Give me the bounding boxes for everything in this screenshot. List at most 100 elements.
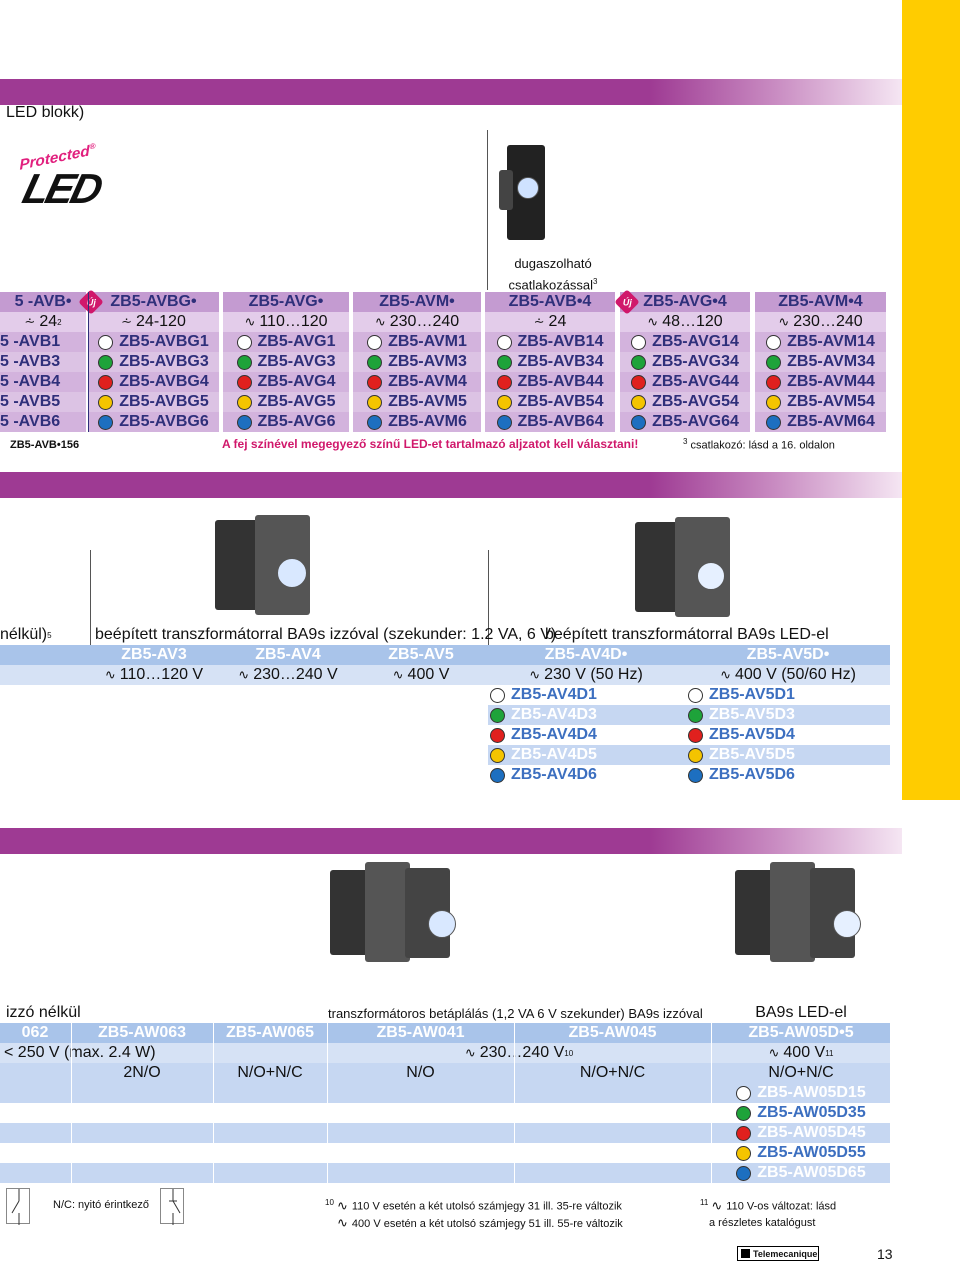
voltage-text: 110…120 [259, 313, 328, 330]
table-header-cell: ZB5-AW065 [214, 1023, 326, 1043]
yellow-edge-bar [902, 0, 960, 800]
section1-heading: LED blokk) [6, 104, 85, 121]
led-color-dot [98, 354, 114, 370]
led-ref-cell: ZB5-AVG3 [223, 352, 349, 372]
led-ref-cell: 5 -AVB5 [0, 392, 86, 412]
led-color-dot [367, 414, 383, 430]
voltage-symbol: ∿ [768, 1045, 780, 1060]
voltage-symbol: ∿ [244, 314, 256, 329]
telemecanique-logo: Telemecanique [737, 1246, 819, 1261]
table-header-cell-text: ZB5-AVM•4 [778, 293, 863, 310]
table-header-cell-text: 062 [21, 1024, 49, 1041]
led-ref-cell-text: ZB5-AVBG6 [119, 413, 209, 430]
led-color-dot [631, 334, 647, 350]
table-header-cell-text: ZB5-AVG•4 [643, 293, 727, 310]
led-color-dot [367, 354, 383, 370]
led-ref-cell-text: ZB5-AVBG4 [119, 373, 209, 390]
contact-symbol-no [6, 1188, 30, 1225]
led-ref-cell: ZB5-AVG44 [620, 372, 750, 392]
voltage-symbol: ∿ [104, 667, 116, 682]
table-header-cell: ZB5-AW041 [328, 1023, 513, 1043]
led-ref-cell-text: 5 -AVB1 [0, 333, 61, 350]
led-ref-cell: ZB5-AVM1 [353, 332, 481, 352]
voltage-text: 400 V (50/60 Hz) [734, 666, 856, 683]
led-color-dot [688, 727, 703, 743]
led-ref-cell-text: ZB5-AV5D5 [709, 746, 795, 763]
led-ref-cell-text: ZB5-AVBG5 [119, 393, 209, 410]
voltage-sup: 10 [564, 1048, 574, 1058]
led-color-dot [688, 707, 703, 723]
led-ref-cell: ZB5-AW05D45 [712, 1123, 890, 1143]
led-ref-cell-text: ZB5-AW05D55 [757, 1144, 866, 1161]
table-header-cell: 062 [0, 1023, 70, 1043]
table-column-divider [71, 1023, 72, 1183]
led-ref-cell: ZB5-AVBG5 [88, 392, 219, 412]
led-color-dot [736, 1085, 752, 1101]
contact-type-cell: N/O+N/C [712, 1063, 890, 1083]
led-ref-cell: ZB5-AW05D65 [712, 1163, 890, 1183]
led-color-dot [496, 414, 512, 430]
voltage-cell-text: < 250 V (max. 2.4 W) [4, 1044, 156, 1061]
led-color-dot [236, 334, 252, 350]
led-ref-cell-text: ZB5-AV5D1 [709, 686, 795, 703]
led-ref-cell: ZB5-AVM54 [755, 392, 886, 412]
led-ref-cell-text: ZB5-AVG34 [652, 353, 739, 370]
voltage-symbol: ∿ [374, 314, 386, 329]
table-header-cell-text: ZB5-AW045 [568, 1024, 657, 1041]
led-ref-cell: 5 -AVB1 [0, 332, 86, 352]
led-color-dot [736, 1125, 752, 1141]
led-ref-cell: ZB5-AVM6 [353, 412, 481, 432]
led-color-dot [490, 727, 505, 743]
led-color-dot [98, 394, 114, 410]
led-ref-cell-text: ZB5-AVB14 [517, 333, 604, 350]
led-color-dot [490, 767, 505, 783]
led-ref-cell-text: ZB5-AV5D4 [709, 726, 795, 743]
led-ref-cell-text: ZB5-AVM4 [388, 373, 467, 390]
contact-type-cell: 2N/O [72, 1063, 212, 1083]
table-header-cell: ZB5-AVB•4 [485, 292, 615, 312]
voltage-cell: ∿ 230…240 [353, 312, 481, 332]
led-ref-cell: ZB5-AVBG1 [88, 332, 219, 352]
voltage-cell: ∿ 230…240 V 10 [328, 1043, 710, 1063]
table-header-cell-text: 5 -AVB• [14, 293, 72, 310]
voltage-symbol: ∿ [392, 667, 404, 682]
led-ref-cell: ZB5-AV5D5 [686, 745, 890, 765]
table-header-cell: 5 -AVB• [0, 292, 86, 312]
voltage-cell: ∿ 230…240 V [222, 665, 354, 685]
led-ref-cell: ZB5-AV4D1 [488, 685, 684, 705]
led-color-dot [496, 394, 512, 410]
led-color-dot [688, 687, 703, 703]
table-header-cell-text: ZB5-AVG• [248, 293, 324, 310]
led-color-dot [367, 334, 383, 350]
led-ref-cell: ZB5-AVG1 [223, 332, 349, 352]
section3-group3-title: BA9s LED-el [755, 1004, 847, 1021]
led-ref-cell-text: ZB5-AV4D6 [511, 766, 597, 783]
led-ref-cell: ZB5-AVG54 [620, 392, 750, 412]
contact-type-cell: N/O+N/C [214, 1063, 326, 1083]
voltage-cell: ∿ 400 V 11 [712, 1043, 890, 1063]
contact-type-cell-text: 2N/O [123, 1064, 161, 1081]
led-ref-cell-text: ZB5-AVB54 [517, 393, 604, 410]
led-ref-cell-text: ZB5-AVB64 [517, 413, 604, 430]
voltage-text: 24 [39, 313, 58, 330]
led-color-dot [766, 394, 782, 410]
voltage-symbol: ∿ [720, 667, 731, 682]
led-ref-cell-text: ZB5-AVM54 [787, 393, 875, 410]
led-color-dot [98, 374, 114, 390]
led-ref-cell-text: ZB5-AVB34 [517, 353, 604, 370]
contact-type-cell: N/O+N/C [515, 1063, 710, 1083]
led-ref-cell-text: ZB5-AV4D3 [511, 706, 597, 723]
voltage-symbol: ∿ [238, 667, 250, 682]
led-ref-cell-text: ZB5-AVBG3 [119, 353, 209, 370]
led-ref-cell-text: ZB5-AVG44 [652, 373, 739, 390]
led-color-dot [490, 707, 505, 723]
logo-led-text: LED [18, 165, 105, 212]
voltage-symbol: ⩪ [24, 314, 36, 329]
led-ref-cell: ZB5-AV4D6 [488, 765, 684, 785]
led-ref-cell: ZB5-AVM3 [353, 352, 481, 372]
led-ref-cell-text: ZB5-AVBG1 [119, 333, 209, 350]
led-ref-cell: ZB5-AVM4 [353, 372, 481, 392]
led-color-dot [766, 354, 782, 370]
table-column-divider [213, 1023, 214, 1183]
section2-left-label-text: nélkül) [0, 626, 48, 643]
